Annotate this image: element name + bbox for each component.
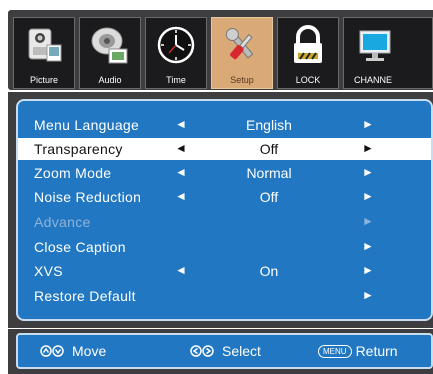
help-return-label: Return (355, 343, 398, 359)
left-arrow-icon[interactable]: ◄ (175, 263, 187, 277)
tab-label: Setup (230, 75, 254, 85)
menu-item-close-caption[interactable]: Close Caption ► (18, 236, 431, 258)
right-arrow-icon[interactable]: ► (362, 189, 374, 203)
left-arrow-icon[interactable]: ◄ (175, 165, 187, 179)
menu-item-value: On (259, 263, 279, 279)
right-arrow-icon[interactable]: ► (362, 141, 374, 155)
tab-lock[interactable]: LOCK (277, 17, 339, 89)
right-arrow-icon[interactable]: ► (362, 214, 374, 228)
menu-item-advance[interactable]: Advance ► (18, 211, 431, 233)
tab-time[interactable]: Time (145, 17, 207, 89)
right-arrow-icon[interactable]: ► (362, 165, 374, 179)
tv-osd-setup-menu: Picture Audio Time Setup LOCK CHANNE Men… (0, 0, 433, 374)
clock-icon (146, 22, 206, 70)
help-move: Move (40, 343, 106, 359)
menu-item-label: Restore Default (34, 288, 136, 304)
menu-item-label: Advance (34, 214, 91, 230)
help-select: Select (190, 343, 261, 359)
help-return: MENU Return (318, 343, 398, 359)
setup-menu-list: Menu Language ◄ English ► Transparency ◄… (16, 99, 433, 321)
menu-item-restore-default[interactable]: Restore Default ► (18, 285, 431, 307)
menu-item-label: Close Caption (34, 239, 126, 255)
tab-label: Time (166, 75, 186, 85)
audio-speaker-icon (80, 22, 140, 70)
menu-item-menu-language[interactable]: Menu Language ◄ English ► (18, 114, 431, 136)
menu-item-zoom-mode[interactable]: Zoom Mode ◄ Normal ► (18, 162, 431, 184)
help-select-label: Select (222, 343, 261, 359)
tab-picture[interactable]: Picture (13, 17, 75, 89)
menu-item-value: Off (259, 189, 279, 205)
tab-audio[interactable]: Audio (79, 17, 141, 89)
menu-item-label: Transparency (34, 141, 123, 157)
left-right-arrows-icon (190, 345, 214, 357)
channel-monitor-icon (344, 22, 432, 70)
menu-item-value: English (246, 117, 292, 133)
setup-tools-icon (212, 22, 272, 70)
picture-camera-icon (14, 22, 74, 70)
right-arrow-icon[interactable]: ► (362, 263, 374, 277)
tab-label: CHANNE (354, 75, 393, 85)
menu-item-value: Normal (246, 165, 292, 181)
tab-setup[interactable]: Setup (211, 17, 273, 89)
category-tab-bar: Picture Audio Time Setup LOCK CHANNE (8, 10, 433, 90)
left-arrow-icon[interactable]: ◄ (175, 141, 187, 155)
tab-label: Picture (29, 75, 58, 85)
right-arrow-icon[interactable]: ► (362, 288, 374, 302)
menu-item-label: Zoom Mode (34, 165, 112, 181)
setup-menu-panel: Menu Language ◄ English ► Transparency ◄… (8, 92, 433, 328)
menu-key-icon: MENU (318, 344, 352, 358)
left-arrow-icon[interactable]: ◄ (175, 117, 187, 131)
menu-item-label: Menu Language (34, 117, 140, 133)
help-bar: Move Select MENU Return (8, 329, 433, 374)
right-arrow-icon[interactable]: ► (362, 117, 374, 131)
left-arrow-icon[interactable]: ◄ (175, 189, 187, 203)
tab-label: Audio (98, 75, 122, 85)
tab-channel[interactable]: CHANNE (343, 17, 433, 89)
lock-icon (278, 22, 338, 70)
tab-label: LOCK (295, 75, 321, 85)
help-bar-inner: Move Select MENU Return (16, 333, 433, 369)
up-down-arrows-icon (40, 345, 64, 357)
menu-item-noise-reduction[interactable]: Noise Reduction ◄ Off ► (18, 186, 431, 208)
menu-item-xvs[interactable]: XVS ◄ On ► (18, 260, 431, 282)
menu-item-label: XVS (34, 263, 63, 279)
right-arrow-icon[interactable]: ► (362, 239, 374, 253)
help-move-label: Move (72, 343, 107, 359)
menu-item-label: Noise Reduction (34, 189, 142, 205)
menu-item-value: Off (259, 141, 279, 157)
menu-item-transparency[interactable]: Transparency ◄ Off ► (18, 138, 431, 160)
